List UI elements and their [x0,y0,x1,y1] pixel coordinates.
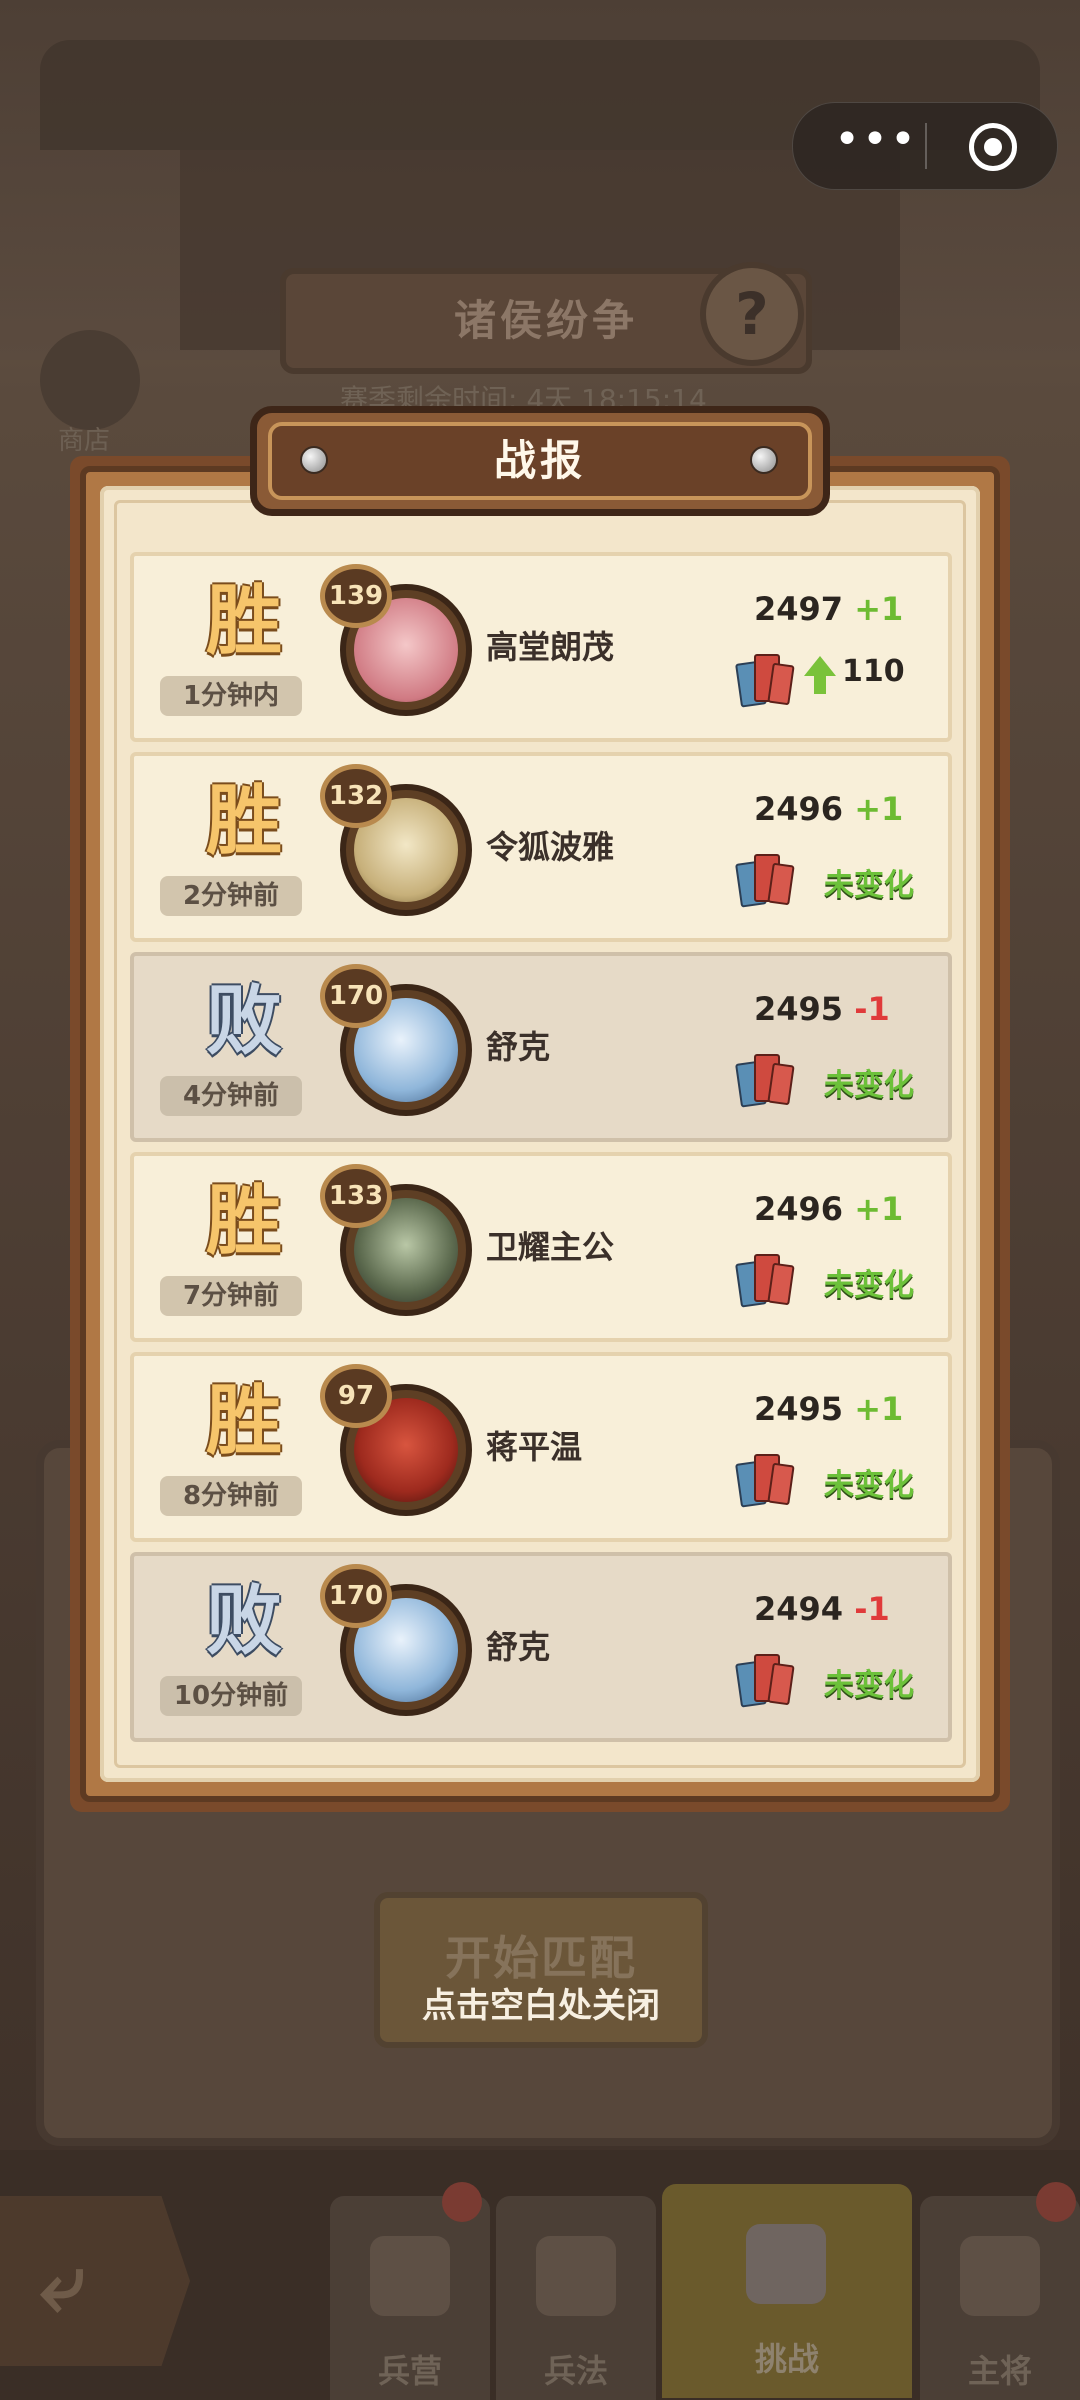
score-delta: -1 [854,1590,890,1628]
rank-status: 未变化 [824,868,914,903]
battle-record-list[interactable]: 胜 1分钟内 139 高堂朗茂 2497 +1 110 胜 2分钟前 132 令… [130,552,952,1744]
rank-status: 未变化 [824,1068,914,1103]
score-value: 2497 [754,590,844,628]
rank-status: 未变化 [824,1668,914,1703]
battle-time: 8分钟前 [160,1476,302,1516]
score-delta: +1 [854,590,904,628]
tab-tactics[interactable]: 兵法 [496,2196,656,2400]
cards-icon [735,654,795,708]
close-hint[interactable]: 点击空白处关闭 [360,1978,722,2027]
cards-icon [735,1054,795,1108]
rank-up-arrow-icon [804,656,836,694]
rank-change-value: 110 [842,654,905,689]
score-delta: -1 [854,990,890,1028]
battle-record-row[interactable]: 胜 8分钟前 97 蒋平温 2495 +1 未变化 [130,1352,952,1542]
tab-barracks[interactable]: 兵营 [330,2196,490,2400]
opponent-name: 舒克 [486,1628,551,1666]
tab-label: 兵法 [543,2352,608,2390]
score-delta: +1 [854,790,904,828]
more-dots-icon[interactable]: ••• [831,118,921,165]
level-badge: 97 [320,1364,392,1428]
battle-time: 7分钟前 [160,1276,302,1316]
score-value: 2494 [754,1590,844,1628]
score-delta: +1 [854,1390,904,1428]
score-line: 2495 -1 [754,990,914,1028]
result-label: 胜 [206,1376,282,1465]
battle-time: 10分钟前 [160,1676,302,1716]
rank-status: 未变化 [824,1268,914,1303]
tab-label: 挑战 [754,2340,819,2378]
tab-label: 主将 [967,2352,1032,2390]
cards-icon [735,1454,795,1508]
score-line: 2496 +1 [754,1190,914,1228]
cards-icon [735,1254,795,1308]
crossed-swords-icon [746,2224,826,2304]
score-line: 2495 +1 [754,1390,914,1428]
score-value: 2496 [754,1190,844,1228]
tab-general[interactable]: 主将 [920,2196,1080,2400]
opponent-name: 高堂朗茂 [486,628,615,666]
tab-label: 兵营 [377,2352,442,2390]
result-label: 胜 [206,776,282,865]
level-badge: 132 [320,764,392,828]
result-label: 败 [206,976,282,1065]
score-line: 2494 -1 [754,1590,914,1628]
opponent-name: 蒋平温 [486,1428,583,1466]
level-badge: 170 [320,964,392,1028]
battle-record-row[interactable]: 胜 7分钟前 133 卫耀主公 2496 +1 未变化 [130,1152,952,1342]
shop-label: 商店 [58,426,111,456]
result-label: 胜 [206,1176,282,1265]
general-icon [960,2236,1040,2316]
level-badge: 133 [320,1164,392,1228]
back-button[interactable]: ⤶ [0,2196,190,2366]
cards-icon [735,1654,795,1708]
opponent-name: 卫耀主公 [486,1228,615,1266]
opponent-name: 舒克 [486,1028,551,1066]
level-badge: 139 [320,564,392,628]
score-value: 2495 [754,990,844,1028]
battle-time: 2分钟前 [160,876,302,916]
score-value: 2495 [754,1390,844,1428]
miniprogram-capsule: ••• [792,102,1058,190]
score-delta: +1 [854,1190,904,1228]
result-label: 败 [206,1576,282,1665]
battle-record-row[interactable]: 胜 1分钟内 139 高堂朗茂 2497 +1 110 [130,552,952,742]
capsule-divider [925,123,927,169]
tab-challenge[interactable]: 挑战 [662,2184,912,2398]
rank-status: 未变化 [824,1468,914,1503]
notification-dot [442,2182,482,2222]
battle-record-row[interactable]: 胜 2分钟前 132 令狐波雅 2496 +1 未变化 [130,752,952,942]
battle-record-row[interactable]: 败 10分钟前 170 舒克 2494 -1 未变化 [130,1552,952,1742]
battle-time: 4分钟前 [160,1076,302,1116]
level-badge: 170 [320,1564,392,1628]
back-arrow-icon: ⤶ [40,2236,85,2329]
scroll-icon [536,2236,616,2316]
barracks-icon [370,2236,450,2316]
shop-icon[interactable] [40,330,140,430]
opponent-name: 令狐波雅 [486,828,615,866]
target-circle-icon[interactable] [969,123,1017,171]
help-icon[interactable]: ? [700,262,804,366]
modal-title: 战报 [493,436,586,485]
cards-icon [735,854,795,908]
result-label: 胜 [206,576,282,665]
score-line: 2497 +1 [754,590,914,628]
notification-dot [1036,2182,1076,2222]
battle-record-row[interactable]: 败 4分钟前 170 舒克 2495 -1 未变化 [130,952,952,1142]
score-line: 2496 +1 [754,790,914,828]
battle-time: 1分钟内 [160,676,302,716]
score-value: 2496 [754,790,844,828]
